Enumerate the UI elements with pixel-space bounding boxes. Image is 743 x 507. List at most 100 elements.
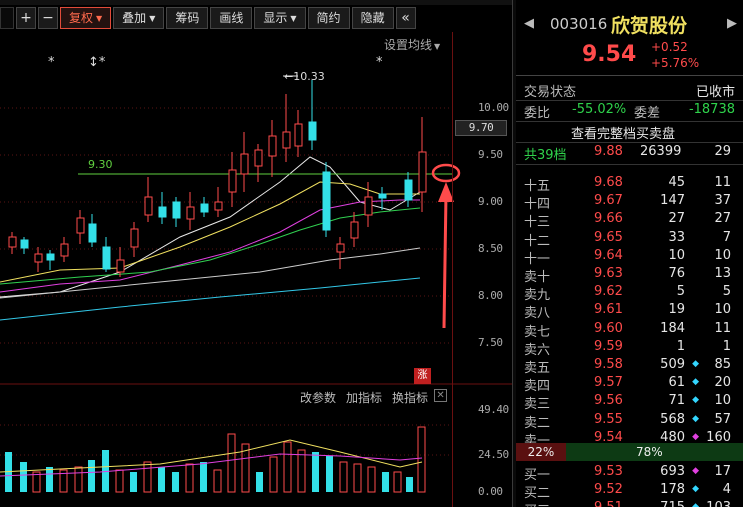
scroll-left-edge[interactable] xyxy=(0,7,14,29)
caret-down-icon: ▼ xyxy=(290,14,297,23)
level-count: 10 xyxy=(714,247,731,263)
zoom-in-button[interactable]: + xyxy=(16,7,36,29)
level-volume: 693 xyxy=(660,464,685,479)
level-count: 57 xyxy=(714,411,731,427)
simple-button[interactable]: 简约 xyxy=(307,7,350,29)
limit-up-badge: 涨 xyxy=(414,368,431,384)
prev-stock-icon[interactable]: ◀ xyxy=(524,16,534,31)
level-volume: 1 xyxy=(676,338,685,354)
level-volume: 61 xyxy=(668,375,685,391)
level-price: 9.53 xyxy=(594,464,623,479)
candles xyxy=(8,80,427,277)
level-price: 9.65 xyxy=(594,229,623,245)
draw-line-button[interactable]: 画线 xyxy=(210,7,253,29)
vol-axis-tick: 49.40 xyxy=(478,403,509,416)
level-volume: 76 xyxy=(668,266,685,281)
view-full-book-link[interactable]: 查看完整档买卖盘 xyxy=(516,121,743,142)
level-price: 9.60 xyxy=(594,320,623,336)
ma-settings-label: 设置均线 xyxy=(384,38,433,52)
level-price: 9.51 xyxy=(594,500,623,507)
stock-terminal: + − 复权 ▼ 叠加 ▼ 筹码 画线 显示 ▼ 简约 隐藏 « 9.30 ←1… xyxy=(0,0,743,507)
level-volume: 509 xyxy=(660,357,685,372)
level-volume: 147 xyxy=(660,193,685,209)
buy-sell-ratio-bar: 22% 78% xyxy=(516,443,743,461)
collapse-icon[interactable]: « xyxy=(395,7,416,29)
weicha-value: -18738 xyxy=(688,102,735,117)
level-count: 17 xyxy=(714,464,731,479)
hide-button[interactable]: 隐藏 xyxy=(351,7,394,29)
level-volume: 715 xyxy=(660,500,685,507)
level-volume: 184 xyxy=(660,320,685,336)
kline-svg: 9.30 ←10.33 * ↕* * xyxy=(0,55,512,493)
level-price: 9.52 xyxy=(594,482,623,498)
order-marker-icon: ◆ xyxy=(692,484,699,495)
order-marker-icon: ◆ xyxy=(692,377,699,388)
order-marker-icon: ◆ xyxy=(692,359,699,369)
zoom-out-button[interactable]: − xyxy=(38,7,58,29)
level-count: 4 xyxy=(722,482,731,498)
level-price: 9.66 xyxy=(594,211,623,227)
vol-axis-tick: 24.50 xyxy=(478,448,509,461)
weibi-value: -55.02% xyxy=(572,102,627,117)
level-price: 9.64 xyxy=(594,247,623,263)
caret-down-icon: ▼ xyxy=(434,42,441,51)
vol-ma5-line xyxy=(0,439,423,473)
switch-indicator-button[interactable]: 换指标 xyxy=(392,389,428,406)
vol-ma10-line xyxy=(0,453,423,477)
axis-tick: 9.50 xyxy=(478,148,503,161)
level-price: 9.67 xyxy=(594,193,623,209)
divider xyxy=(516,164,743,165)
level-price: 9.59 xyxy=(594,338,623,354)
star-marker: * xyxy=(48,55,55,70)
chart-toolbar: + − 复权 ▼ 叠加 ▼ 筹码 画线 显示 ▼ 简约 隐藏 « xyxy=(0,6,512,30)
price-change: +0.52 +5.76% xyxy=(651,39,699,71)
level-price: 9.55 xyxy=(594,411,623,427)
overlay-button[interactable]: 叠加 ▼ xyxy=(113,7,165,29)
stock-code: 003016 xyxy=(550,15,608,33)
trade-status-label: 交易状态 xyxy=(524,85,577,100)
display-button[interactable]: 显示 ▼ xyxy=(254,7,306,29)
level-volume: 178 xyxy=(660,482,685,498)
order-marker-icon: ◆ xyxy=(692,413,699,424)
next-stock-icon[interactable]: ▶ xyxy=(727,16,737,31)
level-price: 9.57 xyxy=(594,375,623,391)
level-price: 9.68 xyxy=(594,175,623,190)
total-levels-label: 共39档 xyxy=(524,148,567,163)
level-count: 7 xyxy=(722,229,731,245)
buy-ratio: 78% xyxy=(566,443,743,461)
level-volume: 19 xyxy=(668,302,685,318)
level-count: 13 xyxy=(714,266,731,281)
star-marker: * xyxy=(376,55,383,70)
view-full-book-label: 查看完整档买卖盘 xyxy=(571,127,676,142)
high-label: ←10.33 xyxy=(284,70,325,83)
adjust-rights-button[interactable]: 复权 ▼ xyxy=(60,7,112,29)
axis-tick: 7.50 xyxy=(478,336,503,349)
level-count: 27 xyxy=(714,211,731,227)
indicator-toolbar: 改参数 加指标 换指标 ✕ xyxy=(300,389,448,406)
kline-chart[interactable]: 9.30 ←10.33 * ↕* * xyxy=(0,32,512,507)
add-indicator-button[interactable]: 加指标 xyxy=(346,389,382,406)
total-levels-row: 共39档 9.88 26399 29 xyxy=(516,142,743,163)
chips-button[interactable]: 筹码 xyxy=(166,7,209,29)
level-label: 买三 xyxy=(524,500,550,507)
caret-down-icon: ▼ xyxy=(149,14,156,23)
level-volume: 10 xyxy=(668,247,685,263)
vol-axis-tick: 0.00 xyxy=(478,485,503,498)
edit-params-button[interactable]: 改参数 xyxy=(300,389,336,406)
top-menu-strip xyxy=(0,0,512,5)
close-icon[interactable]: ✕ xyxy=(434,389,448,402)
quote-header: ◀ 003016 欣贺股份 ▶ 9.54 +0.52 +5.76% xyxy=(516,6,743,76)
level-volume: 27 xyxy=(668,211,685,227)
weibi-label: 委比 xyxy=(524,106,551,121)
axis-tick: 8.50 xyxy=(478,242,503,255)
weibi-row: 委比 -55.02% 委差 -18738 xyxy=(516,100,743,121)
axis-tick: 9.00 xyxy=(478,195,503,208)
star-marker: ↕* xyxy=(88,55,106,70)
order-marker-icon: ◆ xyxy=(692,502,699,507)
axis-tick: 8.00 xyxy=(478,289,503,302)
level-volume: 45 xyxy=(668,175,685,190)
ma-settings-button[interactable]: 设置均线 ▼ xyxy=(384,36,440,53)
bid-level-row[interactable]: 买三 9.51 715 103 ◆ xyxy=(516,498,743,507)
current-price-tag: 9.70 xyxy=(455,120,507,136)
level-volume: 5 xyxy=(676,284,685,300)
